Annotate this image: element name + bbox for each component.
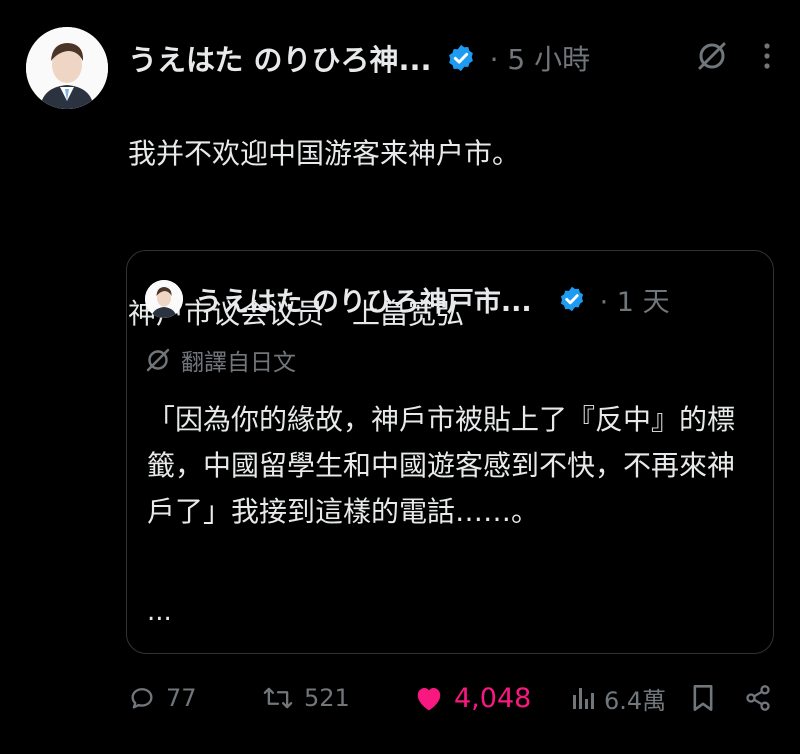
post-time[interactable]: · 5 小時 <box>490 38 591 78</box>
translate-icon <box>146 348 170 372</box>
quoted-post-text: 「因為你的緣故，神戶市被貼上了『反中』的標籤，中國留學生和中國遊客感到不快，不再… <box>147 403 736 528</box>
verified-icon <box>560 286 583 312</box>
more-icon[interactable] <box>762 40 772 72</box>
share-button[interactable] <box>730 684 772 712</box>
author-name[interactable]: うえはた のりひろ神... <box>128 37 432 79</box>
action-bar: 77 521 4,048 6.4萬 <box>128 676 772 720</box>
bookmark-button[interactable] <box>676 684 730 712</box>
repost-icon <box>263 687 293 709</box>
translate-label: 翻譯自日文 <box>181 350 296 376</box>
post-text-line: 我并不欢迎中国游客来神户市。 <box>128 137 521 170</box>
quoted-author-name: うえはた のりひろ神戸市... <box>195 286 532 318</box>
repost-count: 521 <box>304 684 350 712</box>
post-header: うえはた のりひろ神... · 5 小時 <box>128 36 772 80</box>
translate-note[interactable]: 翻譯自日文 <box>145 343 296 377</box>
like-count: 4,048 <box>454 682 532 714</box>
quoted-post-header: うえはた のりひろ神戸市... · 1 天 <box>145 279 759 319</box>
quoted-post-ellipsis: ... <box>147 597 172 627</box>
reply-button[interactable]: 77 <box>128 684 262 712</box>
views-count: 6.4萬 <box>604 686 667 715</box>
avatar[interactable] <box>26 27 108 109</box>
bookmark-icon <box>693 685 713 711</box>
verified-icon <box>448 44 473 72</box>
heart-icon <box>417 688 441 711</box>
quoted-post[interactable]: うえはた のりひろ神戸市... · 1 天 翻譯自日文 「因為你的緣故，神戶市被… <box>126 250 774 654</box>
share-icon <box>746 685 770 711</box>
quoted-avatar <box>145 280 183 318</box>
repost-button[interactable]: 521 <box>262 684 414 712</box>
reply-count: 77 <box>166 684 197 712</box>
like-button[interactable]: 4,048 <box>414 683 572 714</box>
grok-icon[interactable] <box>696 40 728 72</box>
quoted-post-time: · 1 天 <box>599 286 670 318</box>
views-button[interactable]: 6.4萬 <box>572 681 676 716</box>
reply-icon <box>131 688 153 709</box>
views-icon <box>573 688 594 709</box>
